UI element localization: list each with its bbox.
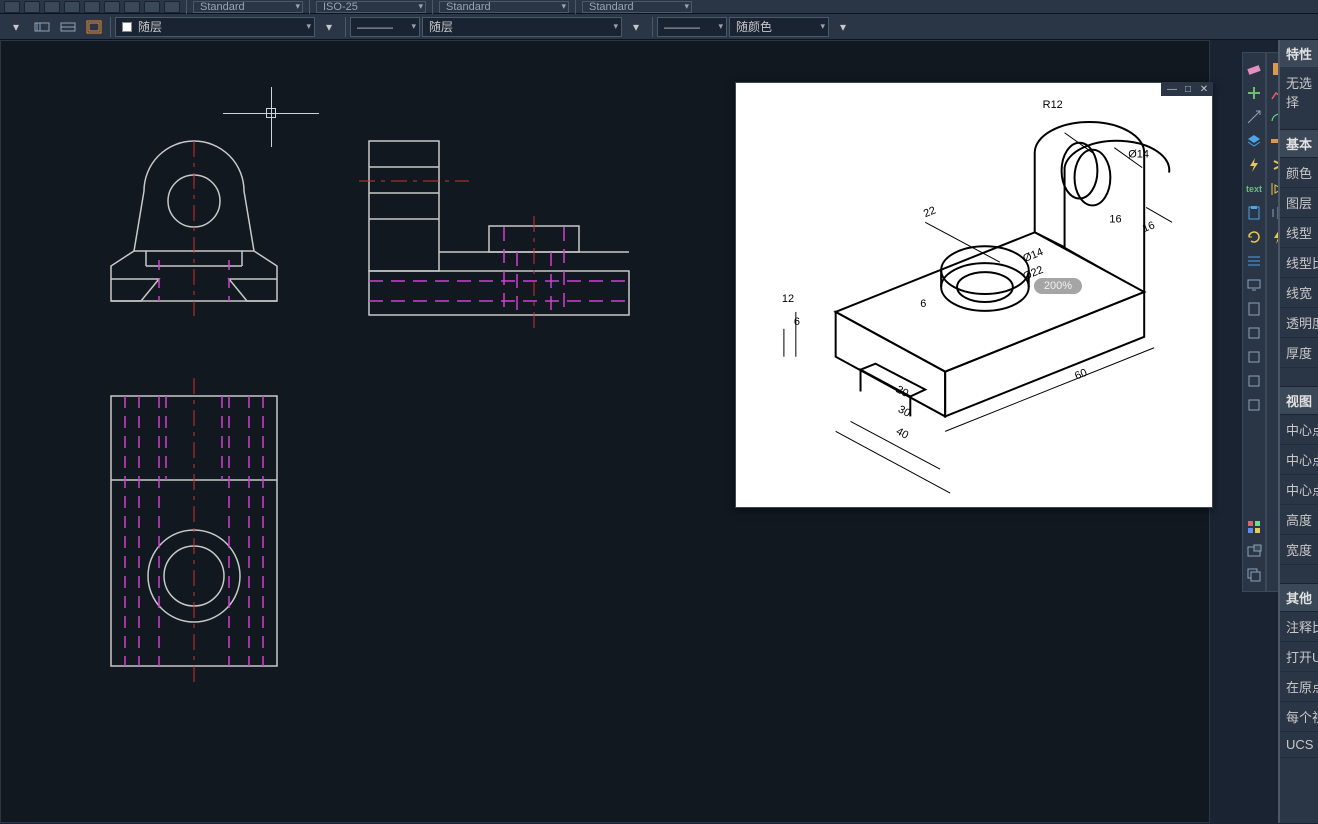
layer-dd-label: 随层: [138, 18, 162, 35]
layers-icon[interactable]: [1243, 130, 1265, 152]
props-row-center[interactable]: 中心点: [1280, 415, 1318, 445]
color-swatch: [122, 22, 132, 32]
dim-l40: 40: [894, 425, 910, 441]
props-row-height[interactable]: 高度: [1280, 505, 1318, 535]
hatch-icon[interactable]: [30, 17, 54, 37]
dim-d14b: Ø14: [1021, 246, 1045, 265]
window-icon[interactable]: [1243, 540, 1265, 562]
tool-icon[interactable]: [24, 1, 40, 13]
dd-arrow[interactable]: ▾: [624, 17, 648, 37]
dim-l22: 22: [922, 204, 938, 220]
props-section-other[interactable]: 其他: [1280, 583, 1318, 612]
props-row-center[interactable]: 中心点: [1280, 475, 1318, 505]
props-row-transparency[interactable]: 透明度: [1280, 308, 1318, 338]
text-style-dropdown[interactable]: Standard: [193, 1, 303, 13]
props-row-color[interactable]: 颜色: [1280, 158, 1318, 188]
props-row-anno[interactable]: 注释比: [1280, 612, 1318, 642]
dim-h12: 12: [782, 293, 794, 305]
dim-l60: 60: [1073, 367, 1089, 383]
dim-h6b: 6: [920, 298, 926, 310]
dim-r12: R12: [1043, 99, 1063, 111]
tool-palette-left: text: [1242, 52, 1266, 592]
hatch2-icon[interactable]: [56, 17, 80, 37]
tool-icon[interactable]: [44, 1, 60, 13]
dim-l20: 20: [894, 384, 910, 400]
separator: [652, 17, 653, 37]
align-dropdown[interactable]: ▾: [4, 17, 28, 37]
palette-icon[interactable]: [1243, 516, 1265, 538]
plus-icon[interactable]: [1243, 82, 1265, 104]
props-section-basic[interactable]: 基本: [1280, 129, 1318, 158]
text-icon[interactable]: text: [1243, 178, 1265, 200]
separator: [110, 17, 111, 37]
separator: [345, 17, 346, 37]
minimize-icon[interactable]: —: [1167, 84, 1177, 95]
props-row-thickness[interactable]: 厚度: [1280, 338, 1318, 368]
color-dropdown[interactable]: 随颜色: [729, 17, 829, 37]
lightning-icon[interactable]: [1243, 154, 1265, 176]
dim-l16b: 16: [1141, 219, 1157, 235]
style4-dropdown[interactable]: Standard: [582, 1, 692, 13]
reference-iso-drawing: R12 Ø14 22 16 16 Ø14 Ø22 12 6 6 20 30 40…: [736, 83, 1212, 507]
eraser-icon[interactable]: [1243, 58, 1265, 80]
maximize-icon[interactable]: □: [1183, 84, 1193, 95]
arrow-icon[interactable]: [1243, 106, 1265, 128]
dd-arrow[interactable]: ▾: [831, 17, 855, 37]
tool-icon[interactable]: [64, 1, 80, 13]
props-row-lineweight[interactable]: 线宽: [1280, 278, 1318, 308]
monitor-icon[interactable]: [1243, 274, 1265, 296]
tool-icon[interactable]: [144, 1, 160, 13]
style3-dropdown[interactable]: Standard: [439, 1, 569, 13]
box-icon[interactable]: [1243, 346, 1265, 368]
tool-icon[interactable]: [164, 1, 180, 13]
zoom-badge: 200%: [1034, 278, 1082, 294]
doc-icon[interactable]: [1243, 298, 1265, 320]
props-row-ucs[interactable]: UCS: [1280, 732, 1318, 758]
lineweight-label: ———: [664, 20, 700, 34]
props-title: 特性: [1280, 40, 1318, 67]
tool-icon[interactable]: [124, 1, 140, 13]
box-icon[interactable]: [1243, 370, 1265, 392]
props-no-selection[interactable]: 无选择: [1280, 67, 1318, 117]
props-row-ltscale[interactable]: 线型比: [1280, 248, 1318, 278]
props-row-perview[interactable]: 每个视: [1280, 702, 1318, 732]
props-row-center[interactable]: 中心点: [1280, 445, 1318, 475]
lineweight-dropdown[interactable]: ———: [657, 17, 727, 37]
clipboard-icon[interactable]: [1243, 202, 1265, 224]
list-icon[interactable]: [1243, 250, 1265, 272]
dd-arrow[interactable]: ▾: [317, 17, 341, 37]
props-row-open[interactable]: 打开U: [1280, 642, 1318, 672]
props-row-linetype[interactable]: 线型: [1280, 218, 1318, 248]
dim-d14a: Ø14: [1128, 149, 1149, 161]
box-icon[interactable]: [1243, 322, 1265, 344]
props-row-width[interactable]: 宽度: [1280, 535, 1318, 565]
refresh-icon[interactable]: [1243, 226, 1265, 248]
copy-icon[interactable]: [1243, 564, 1265, 586]
close-icon[interactable]: ✕: [1199, 84, 1209, 95]
props-row-layer[interactable]: 图层: [1280, 188, 1318, 218]
props-section-view[interactable]: 视图: [1280, 386, 1318, 415]
dim-l16a: 16: [1109, 213, 1121, 225]
window-icon[interactable]: [82, 17, 106, 37]
dim-texts: R12 Ø14 22 16 16 Ø14 Ø22 12 6 6 20 30 40…: [782, 99, 1157, 442]
top-style-toolbar: Standard ISO-25 Standard Standard: [0, 0, 1318, 14]
tool-icon[interactable]: [84, 1, 100, 13]
reference-image-window[interactable]: — □ ✕: [735, 82, 1213, 508]
props-row-origin[interactable]: 在原点: [1280, 672, 1318, 702]
box-icon[interactable]: [1243, 394, 1265, 416]
line-dd-label: ———: [357, 20, 393, 34]
layer-dd-label: 随层: [429, 18, 453, 35]
layer-toolbar: ▾ 随层 ▾ ——— 随层 ▾ ——— 随颜色 ▾: [0, 14, 1318, 40]
layer-dropdown-1[interactable]: 随层: [115, 17, 315, 37]
ref-window-titlebar: — □ ✕: [1161, 82, 1213, 96]
properties-panel: 特性 无选择 基本 颜色 图层 线型 线型比 线宽 透明度 厚度 视图 中心点 …: [1278, 40, 1318, 823]
color-dd-label: 随颜色: [736, 18, 772, 35]
tool-icon[interactable]: [104, 1, 120, 13]
layer-dropdown-2[interactable]: 随层: [422, 17, 622, 37]
tool-icon[interactable]: [4, 1, 20, 13]
dim-h6: 6: [794, 316, 800, 328]
dim-style-dropdown[interactable]: ISO-25: [316, 1, 426, 13]
line-dropdown[interactable]: ———: [350, 17, 420, 37]
